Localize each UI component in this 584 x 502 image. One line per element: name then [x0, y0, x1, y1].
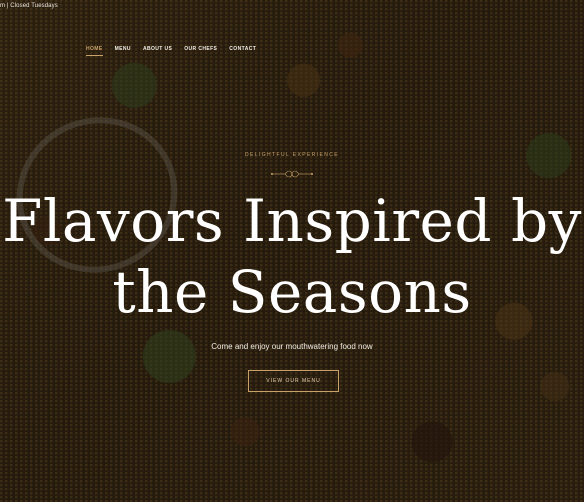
nav-item-menu[interactable]: Menu — [115, 46, 131, 52]
nav-item-label: Our Chefs — [184, 46, 218, 52]
nav-item-label: Home — [86, 46, 103, 52]
nav-item-home[interactable]: Home — [86, 46, 103, 56]
nav-item-contact[interactable]: Contact — [229, 46, 256, 52]
view-menu-button-label: View Our Menu — [266, 378, 321, 384]
hero-subtitle: Come and enjoy our mouthwatering food no… — [211, 342, 373, 351]
opening-hours-text: m | Closed Tuesdays — [0, 3, 58, 9]
view-menu-button[interactable]: View Our Menu — [248, 370, 339, 392]
hero-headline: Flavors Inspired by the Seasons — [0, 186, 584, 328]
headline-line-1: Flavors Inspired by — [2, 187, 582, 255]
nav-item-label: Contact — [229, 46, 257, 52]
ornamental-divider-icon — [0, 166, 584, 184]
nav-item-label: About Us — [142, 46, 173, 52]
nav-item-label: Menu — [114, 46, 131, 52]
nav-item-our-chefs[interactable]: Our Chefs — [184, 46, 217, 52]
nav-item-about-us[interactable]: About Us — [143, 46, 172, 52]
headline-line-2: the Seasons — [112, 258, 472, 326]
main-navigation: Home Menu About Us Our Chefs Contact — [86, 46, 256, 56]
active-nav-indicator — [86, 55, 103, 56]
hero-eyebrow-text: Delightful Experience — [245, 152, 339, 158]
